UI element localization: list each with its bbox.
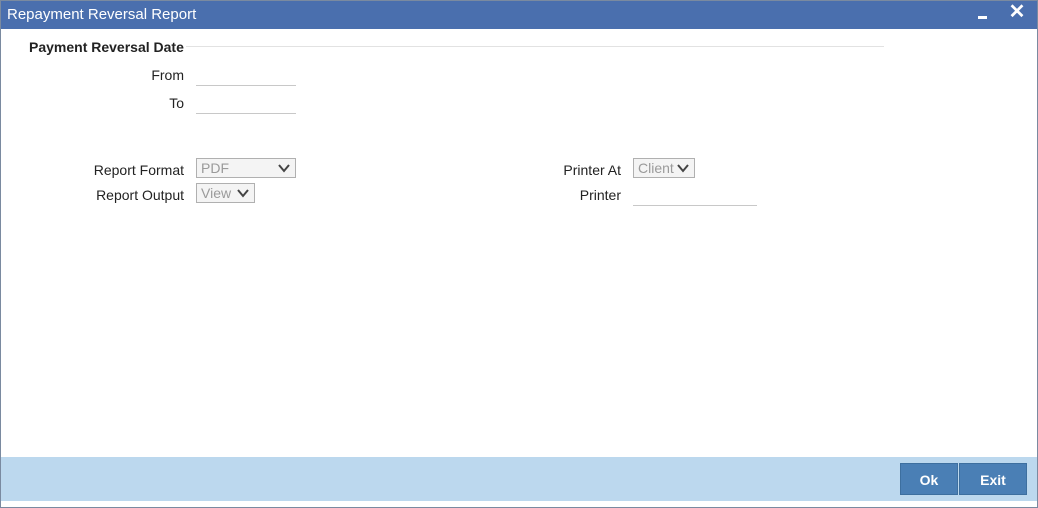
title-bar: Repayment Reversal Report ✕ xyxy=(1,1,1037,29)
report-format-value: PDF xyxy=(201,160,229,176)
window-title: Repayment Reversal Report xyxy=(7,6,197,23)
printer-input[interactable] xyxy=(633,187,757,206)
section-divider xyxy=(186,46,884,47)
ok-button[interactable]: Ok xyxy=(900,463,958,495)
report-window: Repayment Reversal Report ✕ Payment Reve… xyxy=(0,0,1038,508)
report-output-value: View xyxy=(201,185,232,201)
section-title: Payment Reversal Date xyxy=(29,39,184,55)
footer-bar xyxy=(1,457,1037,501)
report-format-label: Report Format xyxy=(93,162,184,178)
printer-at-select[interactable]: Client xyxy=(633,158,695,178)
report-output-select[interactable]: View xyxy=(196,183,255,203)
chevron-down-icon xyxy=(237,189,249,198)
chevron-down-icon xyxy=(278,164,290,173)
close-icon[interactable]: ✕ xyxy=(1007,2,1027,24)
chevron-down-icon xyxy=(677,164,689,173)
minimize-icon[interactable] xyxy=(973,5,993,25)
from-date-input[interactable] xyxy=(196,67,296,86)
to-label: To xyxy=(169,95,184,111)
printer-at-label: Printer At xyxy=(563,162,621,178)
to-date-input[interactable] xyxy=(196,95,296,114)
report-format-select[interactable]: PDF xyxy=(196,158,296,178)
from-label: From xyxy=(151,67,184,83)
report-output-label: Report Output xyxy=(96,187,184,203)
printer-at-value: Client xyxy=(638,160,674,176)
printer-label: Printer xyxy=(579,187,621,203)
exit-button[interactable]: Exit xyxy=(959,463,1027,495)
